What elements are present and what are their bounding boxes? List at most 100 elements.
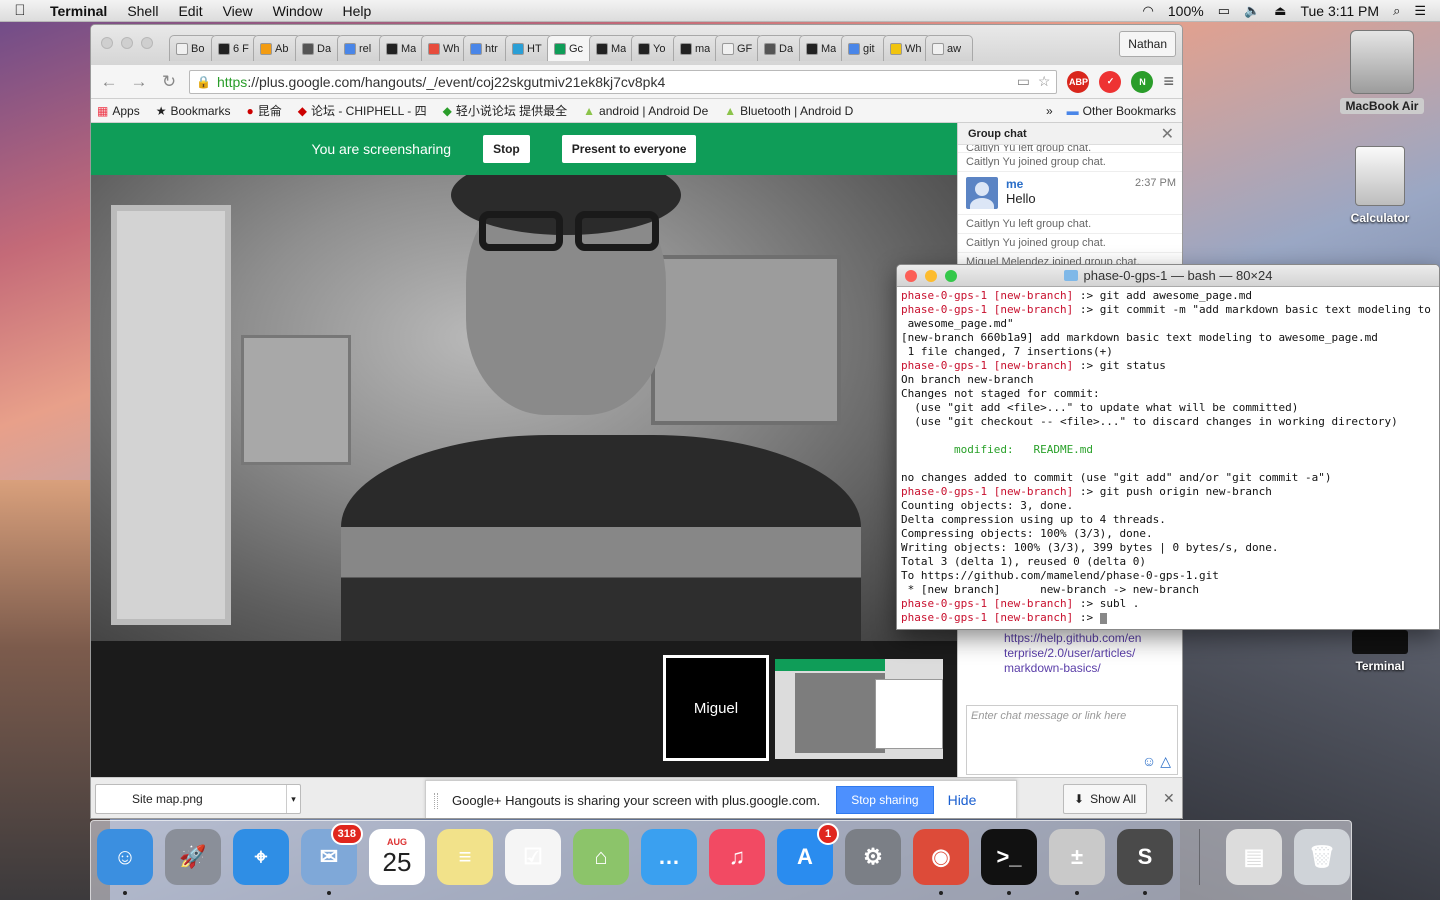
browser-tab[interactable]: Gc xyxy=(547,35,595,61)
camera-blocked-icon[interactable]: ▭ xyxy=(1017,73,1030,90)
spotlight-icon[interactable]: ⌕ xyxy=(1393,3,1400,19)
wifi-icon[interactable]: ◠ xyxy=(1143,3,1154,19)
close-icon[interactable]: ✕ xyxy=(1161,124,1174,144)
bookmark-lightnovel[interactable]: ◆ 轻小说论坛 提供最全 xyxy=(443,102,568,119)
terminal-line: phase-0-gps-1 [new-branch] :> xyxy=(901,611,1435,625)
menu-edit[interactable]: Edit xyxy=(168,3,212,19)
browser-tab[interactable]: aw xyxy=(925,35,973,61)
dock-maps[interactable]: ⌂ xyxy=(573,829,629,885)
browser-tab[interactable]: Yo xyxy=(631,35,679,61)
browser-tab[interactable]: Wh xyxy=(883,35,931,61)
dock-preview-doc[interactable]: ▤ xyxy=(1226,829,1282,885)
screenshare-thumbnail[interactable] xyxy=(775,659,943,759)
dock-messages[interactable]: … xyxy=(641,829,697,885)
dock-trash[interactable]: 🗑 xyxy=(1294,829,1350,885)
back-icon[interactable]: ← xyxy=(99,72,119,92)
close-icon[interactable]: ✕ xyxy=(1163,790,1175,807)
browser-tab[interactable]: Wh xyxy=(421,35,469,61)
menu-app-name[interactable]: Terminal xyxy=(40,3,117,19)
dock-mail[interactable]: ✉ 318 xyxy=(301,823,363,895)
dock-chrome[interactable]: ◉ xyxy=(913,829,969,895)
stop-button[interactable]: Stop xyxy=(483,135,530,163)
chat-link[interactable]: https://help.github.com/en terprise/2.0/… xyxy=(958,627,1182,680)
volume-icon[interactable]: 🔈 xyxy=(1244,3,1260,19)
present-to-everyone-button[interactable]: Present to everyone xyxy=(561,135,697,163)
pocket-icon[interactable]: ✓ xyxy=(1099,70,1122,93)
bookmark-apps[interactable]: ▦ Apps xyxy=(97,104,140,118)
drive-icon[interactable]: △ xyxy=(1160,753,1171,770)
close-window-button[interactable] xyxy=(905,270,917,282)
bookmark-android[interactable]: ▲ android | Android De xyxy=(583,104,708,118)
browser-tab[interactable]: Ma xyxy=(379,35,427,61)
hdd-label: MacBook Air xyxy=(1340,98,1424,114)
dock-app-store[interactable]: A1 xyxy=(777,823,839,885)
dock-calendar[interactable]: AUG 25 xyxy=(369,829,425,885)
close-window-button[interactable] xyxy=(101,37,113,49)
adblock-icon[interactable]: ABP xyxy=(1067,70,1090,93)
dock-reminders[interactable]: ☑ xyxy=(505,829,561,885)
bookmarks-overflow-icon[interactable]: » xyxy=(1046,104,1053,118)
browser-tab[interactable]: rel xyxy=(337,35,385,61)
terminal-output[interactable]: phase-0-gps-1 [new-branch] :> git add aw… xyxy=(897,287,1439,627)
browser-tab[interactable]: HT xyxy=(505,35,553,61)
emoji-icon[interactable]: ☺ xyxy=(1142,753,1156,770)
dock-system-preferences[interactable]: ⚙ xyxy=(845,829,901,885)
menu-view[interactable]: View xyxy=(213,3,263,19)
chrome-menu-icon[interactable]: ≡ xyxy=(1163,71,1174,92)
profile-button[interactable]: Nathan xyxy=(1119,31,1176,57)
zoom-window-button[interactable] xyxy=(945,270,957,282)
browser-tab[interactable]: Ma xyxy=(589,35,637,61)
chat-message-input[interactable]: Enter chat message or link here ☺ △ xyxy=(966,705,1178,775)
browser-tab[interactable]: GF xyxy=(715,35,763,61)
dock-terminal[interactable]: >_ xyxy=(981,829,1037,895)
dock-sublime-text[interactable]: S xyxy=(1117,829,1173,895)
browser-tab[interactable]: Da xyxy=(757,35,805,61)
desktop-calculator[interactable]: Calculator xyxy=(1340,146,1420,226)
dock-finder[interactable]: ☺ xyxy=(97,829,153,895)
desktop-terminal[interactable]: Terminal xyxy=(1340,630,1420,674)
star-icon[interactable]: ☆ xyxy=(1038,73,1051,90)
browser-tab[interactable]: htr xyxy=(463,35,511,61)
eject-icon[interactable]: ⏏ xyxy=(1274,3,1286,19)
menu-shell[interactable]: Shell xyxy=(117,3,168,19)
bookmark-bluetooth[interactable]: ▲ Bluetooth | Android D xyxy=(724,104,853,118)
forward-icon[interactable]: → xyxy=(129,72,149,92)
bookmark-bookmarks[interactable]: ★ Bookmarks xyxy=(156,104,231,118)
dock-safari[interactable]: ⌖ xyxy=(233,829,289,885)
browser-tab[interactable]: Ab xyxy=(253,35,301,61)
browser-tab[interactable]: git xyxy=(841,35,889,61)
chevron-down-icon[interactable]: ▾ xyxy=(286,785,300,813)
minimize-window-button[interactable] xyxy=(121,37,133,49)
bookmark-kl[interactable]: ● 昆侖 xyxy=(247,102,282,119)
browser-tab[interactable]: 6 F xyxy=(211,35,259,61)
desktop-hdd[interactable]: MacBook Air xyxy=(1340,30,1424,114)
extension-new-icon[interactable]: N xyxy=(1131,70,1154,93)
battery-percent[interactable]: 100% xyxy=(1168,3,1204,19)
dock-calculator[interactable]: ± xyxy=(1049,829,1105,895)
address-bar[interactable]: 🔒 https://plus.google.com/hangouts/_/eve… xyxy=(189,69,1058,94)
browser-tab[interactable]: Da xyxy=(295,35,343,61)
menu-window[interactable]: Window xyxy=(263,3,333,19)
browser-tab[interactable]: ma xyxy=(673,35,721,61)
stop-sharing-button[interactable]: Stop sharing xyxy=(836,786,934,814)
dock-itunes[interactable]: ♫ xyxy=(709,829,765,885)
dock-launchpad[interactable]: 🚀 xyxy=(165,829,221,885)
bookmark-chiphell[interactable]: ◆ 论坛 - CHIPHELL - 四 xyxy=(298,102,427,119)
participant-thumbnail[interactable]: Miguel xyxy=(663,655,769,761)
menu-help[interactable]: Help xyxy=(332,3,381,19)
reload-icon[interactable]: ↻ xyxy=(159,72,179,92)
zoom-window-button[interactable] xyxy=(141,37,153,49)
apple-icon[interactable]:  xyxy=(0,2,40,19)
download-item[interactable]: Site map.png ▾ xyxy=(95,784,301,814)
browser-tab[interactable]: Bo xyxy=(169,35,217,61)
other-bookmarks[interactable]: ▬ Other Bookmarks xyxy=(1067,104,1176,118)
clock[interactable]: Tue 3:11 PM xyxy=(1300,3,1379,19)
dock-notes[interactable]: ≡ xyxy=(437,829,493,885)
drag-handle-icon[interactable] xyxy=(434,793,438,809)
browser-tab[interactable]: Ma xyxy=(799,35,847,61)
show-all-downloads-button[interactable]: ⬇ Show All xyxy=(1063,784,1148,814)
hide-button[interactable]: Hide xyxy=(948,792,977,808)
battery-icon[interactable]: ▭ xyxy=(1218,3,1230,19)
notification-center-icon[interactable]: ☰ xyxy=(1414,3,1426,19)
minimize-window-button[interactable] xyxy=(925,270,937,282)
